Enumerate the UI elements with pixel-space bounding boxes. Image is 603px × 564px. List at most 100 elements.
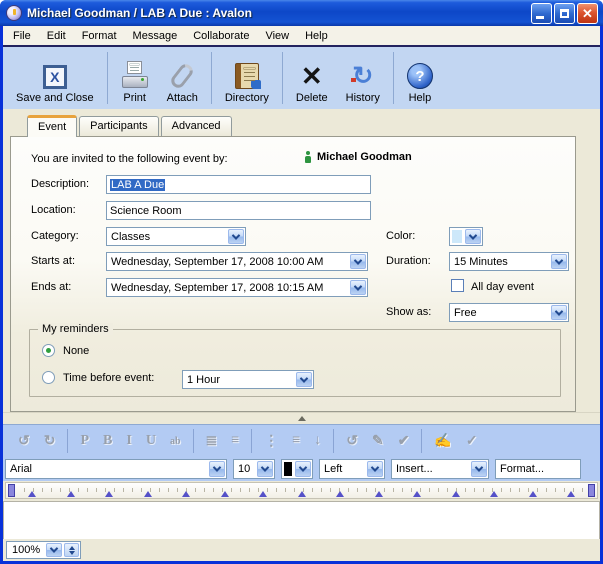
reminder-none-option[interactable]: None (42, 344, 89, 357)
tab-stop-marker[interactable] (336, 491, 344, 497)
duration-select[interactable]: 15 Minutes (449, 252, 569, 271)
revert-icon[interactable]: ↺ (339, 433, 365, 450)
italic-icon[interactable]: I (119, 433, 138, 449)
starts-at-select[interactable]: Wednesday, September 17, 2008 10:00 AM (106, 252, 368, 271)
alignment-select[interactable]: Left (319, 459, 385, 479)
help-button[interactable]: ? Help (398, 50, 442, 106)
minimize-button[interactable] (531, 3, 552, 24)
approve-icon[interactable]: ✔ (391, 433, 417, 450)
chevron-down-icon[interactable] (350, 254, 366, 269)
format-select[interactable]: Format... (495, 459, 581, 479)
reminder-time-select[interactable]: 1 Hour (182, 370, 314, 389)
insert-below-icon[interactable]: ↓ (307, 433, 328, 449)
tab-stop-marker[interactable] (259, 491, 267, 497)
chevron-down-icon[interactable] (471, 461, 487, 477)
tab-stop-marker[interactable] (67, 491, 75, 497)
signature-icon[interactable]: ✍ (427, 433, 458, 450)
chevron-down-icon[interactable] (551, 254, 567, 269)
tab-stop-marker[interactable] (490, 491, 498, 497)
font-size-select[interactable]: 10 (233, 459, 275, 479)
underline-icon[interactable]: U (139, 433, 163, 449)
paragraph-spacing-icon[interactable]: ⋮ (257, 433, 285, 450)
location-input[interactable]: Science Room (106, 201, 371, 220)
left-margin-marker[interactable] (8, 484, 15, 497)
right-margin-marker[interactable] (588, 484, 595, 497)
chevron-down-icon[interactable] (367, 461, 383, 477)
toolbar-separator (282, 52, 283, 104)
menu-help[interactable]: Help (297, 28, 336, 44)
tab-stop-marker[interactable] (375, 491, 383, 497)
pane-splitter[interactable] (3, 412, 600, 424)
indent-icon[interactable]: ≣ (199, 433, 225, 450)
directory-button[interactable]: Directory (216, 50, 278, 106)
font-family-select[interactable]: Arial (5, 459, 227, 479)
zoom-spinner[interactable] (64, 543, 79, 557)
save-and-close-button[interactable]: X Save and Close (7, 50, 103, 106)
outdent-icon[interactable]: ≡ (224, 433, 246, 449)
chevron-down-icon[interactable] (465, 229, 481, 244)
history-button[interactable]: ↻ History (337, 50, 389, 106)
menu-format[interactable]: Format (74, 28, 125, 44)
color-select[interactable] (449, 227, 483, 246)
bold-icon[interactable]: B (96, 433, 119, 449)
tab-event[interactable]: Event (27, 115, 77, 137)
redo-icon[interactable]: ↻ (37, 433, 63, 450)
all-day-checkbox[interactable] (451, 279, 464, 292)
insert-select[interactable]: Insert... (391, 459, 489, 479)
toolbar-separator (251, 429, 252, 453)
chevron-down-icon[interactable] (551, 305, 567, 320)
fixed-width-icon[interactable]: ab (163, 436, 188, 447)
tab-stop-marker[interactable] (28, 491, 36, 497)
chevron-down-icon[interactable] (350, 280, 366, 295)
tab-stop-marker[interactable] (298, 491, 306, 497)
menu-collaborate[interactable]: Collaborate (185, 28, 257, 44)
category-value: Classes (107, 228, 227, 245)
print-button[interactable]: Print (112, 50, 158, 106)
delete-button[interactable]: ✕ Delete (287, 50, 337, 106)
toolbar-separator (67, 429, 68, 453)
message-body[interactable] (3, 501, 600, 539)
menu-file[interactable]: File (5, 28, 39, 44)
menu-message[interactable]: Message (125, 28, 186, 44)
application-window: Michael Goodman / LAB A Due : Avalon ✕ F… (0, 0, 603, 564)
radio-unselected-icon[interactable] (42, 371, 55, 384)
category-select[interactable]: Classes (106, 227, 246, 246)
description-input[interactable]: LAB A Due (106, 175, 371, 194)
undo-icon[interactable]: ↺ (11, 433, 37, 450)
chevron-down-icon[interactable] (257, 461, 273, 477)
tab-stop-marker[interactable] (105, 491, 113, 497)
chevron-down-icon[interactable] (295, 461, 311, 477)
chevron-down-icon[interactable] (209, 461, 225, 477)
close-button[interactable]: ✕ (577, 3, 598, 24)
title-bar: Michael Goodman / LAB A Due : Avalon ✕ (0, 0, 603, 26)
tab-stop-marker[interactable] (221, 491, 229, 497)
chevron-down-icon[interactable] (46, 543, 62, 557)
tab-stop-marker[interactable] (144, 491, 152, 497)
chevron-down-icon[interactable] (228, 229, 244, 244)
plain-style-icon[interactable]: P (73, 433, 96, 449)
tab-stop-marker[interactable] (413, 491, 421, 497)
font-color-select[interactable] (281, 459, 313, 479)
tab-stop-marker[interactable] (567, 491, 575, 497)
show-as-select[interactable]: Free (449, 303, 569, 322)
tab-advanced[interactable]: Advanced (161, 116, 232, 136)
maximize-button[interactable] (554, 3, 575, 24)
menu-edit[interactable]: Edit (39, 28, 74, 44)
font-family-value: Arial (6, 460, 208, 478)
line-spacing-icon[interactable]: ≡ (285, 433, 307, 449)
tab-stop-marker[interactable] (182, 491, 190, 497)
radio-selected-icon[interactable] (42, 344, 55, 357)
font-size-value: 10 (234, 460, 256, 478)
attach-button[interactable]: Attach (158, 50, 207, 106)
ends-at-select[interactable]: Wednesday, September 17, 2008 10:15 AM (106, 278, 368, 297)
zoom-control[interactable]: 100% (6, 541, 81, 559)
chevron-down-icon[interactable] (296, 372, 312, 387)
tab-stop-marker[interactable] (452, 491, 460, 497)
menu-view[interactable]: View (257, 28, 297, 44)
spell-check-icon[interactable]: ✓ (459, 433, 485, 450)
tab-stop-marker[interactable] (529, 491, 537, 497)
reminder-time-option[interactable]: Time before event: (42, 371, 154, 384)
ruler[interactable] (5, 482, 598, 499)
tab-participants[interactable]: Participants (79, 116, 158, 136)
pen-icon[interactable]: ✎ (365, 433, 391, 450)
